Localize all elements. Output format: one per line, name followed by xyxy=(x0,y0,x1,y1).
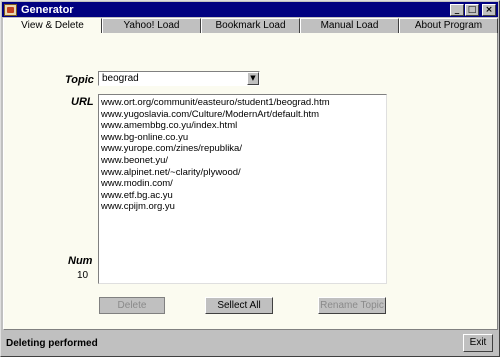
tab-about-program[interactable]: About Program xyxy=(399,18,498,33)
tab-manual-load[interactable]: Manual Load xyxy=(300,18,399,33)
list-item[interactable]: www.amembbg.co.yu/index.html xyxy=(101,120,386,132)
list-item[interactable]: www.cpijm.org.yu xyxy=(101,201,386,213)
close-button[interactable]: × xyxy=(482,3,496,16)
window-title: Generator xyxy=(21,3,74,16)
delete-button[interactable]: Delete xyxy=(99,297,165,314)
rename-topic-button[interactable]: Rename Topic xyxy=(318,297,386,314)
delete-button-label: Delete xyxy=(117,300,147,311)
tab-bar: View & Delete Yahoo! Load Bookmark Load … xyxy=(3,18,498,34)
list-item[interactable]: www.beonet.yu/ xyxy=(101,155,386,167)
app-icon xyxy=(4,3,17,16)
chevron-down-icon[interactable]: ▼ xyxy=(247,72,259,85)
url-label: URL xyxy=(71,96,94,108)
list-item[interactable]: www.etf.bg.ac.yu xyxy=(101,190,386,202)
minimize-button[interactable]: _ xyxy=(450,3,464,16)
tab-view-delete[interactable]: View & Delete xyxy=(3,18,102,34)
list-item[interactable]: www.alpinet.net/~clarity/plywood/ xyxy=(101,167,386,179)
topic-select-value: beograd xyxy=(102,73,139,84)
list-item[interactable]: www.yugoslavia.com/Culture/ModernArt/def… xyxy=(101,109,386,121)
tab-bookmark-load[interactable]: Bookmark Load xyxy=(201,18,300,33)
list-item[interactable]: www.yurope.com/zines/republika/ xyxy=(101,143,386,155)
generator-window: Generator _ □ × View & Delete Yahoo! Loa… xyxy=(0,0,500,357)
num-label: Num xyxy=(68,255,93,267)
tab-yahoo-load[interactable]: Yahoo! Load xyxy=(102,18,201,33)
select-all-button[interactable]: Sellect All xyxy=(205,297,273,314)
status-bar: Deleting performed Exit xyxy=(3,332,498,354)
list-item[interactable]: www.ort.org/communit/easteuro/student1/b… xyxy=(101,97,386,109)
maximize-button[interactable]: □ xyxy=(465,3,479,16)
view-delete-panel: Topic beograd ▼ URL www.ort.org/communit… xyxy=(3,33,498,330)
list-item[interactable]: www.bg-online.co.yu xyxy=(101,132,386,144)
topic-select[interactable]: beograd ▼ xyxy=(98,71,260,86)
status-text: Deleting performed xyxy=(6,338,98,349)
num-value: 10 xyxy=(77,270,89,281)
title-bar[interactable]: Generator _ □ × xyxy=(2,2,498,17)
rename-topic-button-label: Rename Topic xyxy=(320,300,384,311)
list-item[interactable]: www.modin.com/ xyxy=(101,178,386,190)
topic-label: Topic xyxy=(65,74,94,86)
url-list[interactable]: www.ort.org/communit/easteuro/student1/b… xyxy=(98,94,387,284)
exit-button[interactable]: Exit xyxy=(463,334,493,352)
